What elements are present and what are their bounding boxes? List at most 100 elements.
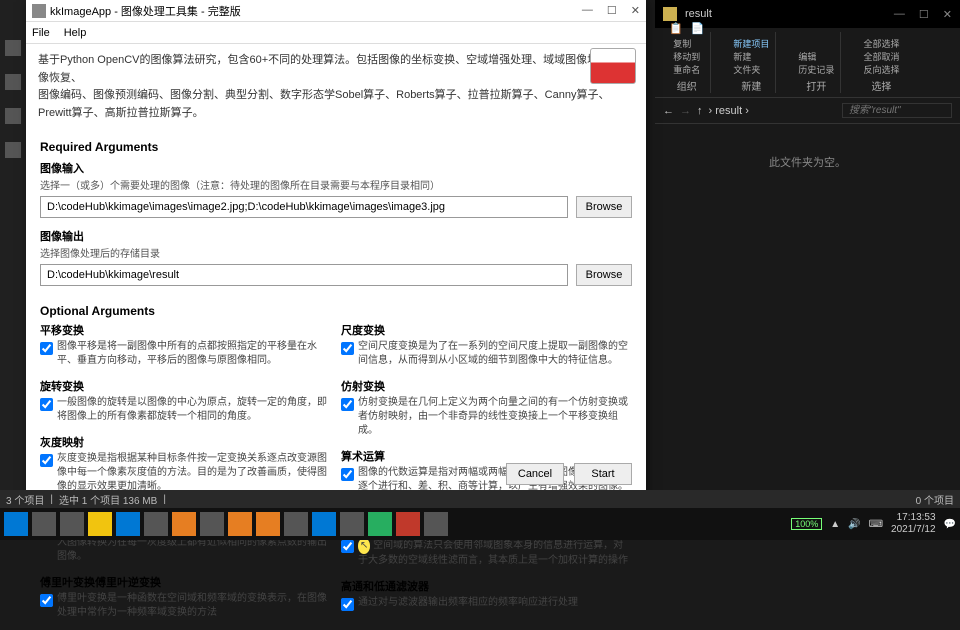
minimize-icon[interactable]: — xyxy=(582,4,593,17)
ribbon-label[interactable]: 重命名 xyxy=(673,63,700,76)
explorer-window: result — ☐ ✕ 📋 📄 复制 移动到 重命名 组织 新建项目 新建 文… xyxy=(655,0,960,508)
option-item: 傅里叶变换傅里叶逆变换傅里叶变换是一种函数在空间域和频率域的变换表示，在图像处理… xyxy=(40,574,331,620)
ribbon-label[interactable]: 全部取消 xyxy=(863,50,899,63)
sidebar-icon[interactable] xyxy=(5,40,21,56)
ribbon-label[interactable]: 反向选择 xyxy=(863,63,899,76)
option-desc: 空间尺度变换是为了在一系列的空间尺度上提取一副图像的空间信息，从而得到从小区域的… xyxy=(358,340,632,368)
output-desc: 选择图像处理后的存储目录 xyxy=(40,245,632,260)
start-button-icon[interactable] xyxy=(4,512,28,536)
app-title: kkImageApp - 图像处理工具集 - 完整版 xyxy=(50,3,241,19)
task-icon[interactable] xyxy=(172,512,196,536)
task-icon[interactable] xyxy=(424,512,448,536)
output-label: 图像输出 xyxy=(40,228,632,244)
task-icon[interactable] xyxy=(256,512,280,536)
option-checkbox[interactable] xyxy=(40,398,53,411)
option-item: 尺度变换空间尺度变换是为了在一系列的空间尺度上提取一副图像的空间信息，从而得到从… xyxy=(341,322,632,368)
sidebar-icon[interactable] xyxy=(5,74,21,90)
intro-line2: 图像编码、图像预测编码、图像分割、典型分割、数字形态学Sobel算子、Rober… xyxy=(38,87,634,122)
nav-up-icon[interactable]: ↑ xyxy=(697,105,703,117)
option-checkbox[interactable] xyxy=(40,594,53,607)
minimize-icon[interactable]: — xyxy=(894,8,905,21)
ribbon-group-label: 选择 xyxy=(871,78,891,93)
clock[interactable]: 17:13:53 2021/7/12 xyxy=(891,512,936,536)
ribbon-group-label: 打开 xyxy=(806,78,826,93)
breadcrumb-path[interactable]: › result › xyxy=(709,105,749,117)
required-args-title: Required Arguments xyxy=(26,130,646,158)
task-icon[interactable] xyxy=(200,512,224,536)
task-icon[interactable] xyxy=(396,512,420,536)
option-desc: 一般图像的旋转是以图像的中心为原点，旋转一定的角度，即将图像上的所有像素都旋转一… xyxy=(57,396,331,424)
task-icon[interactable] xyxy=(312,512,336,536)
ribbon-label[interactable]: 全部选择 xyxy=(863,37,899,50)
ribbon-copy-icon[interactable]: 📋 xyxy=(669,22,683,35)
intro-line1: 基于Python OpenCV的图像算法研究，包含60+不同的处理算法。包括图像… xyxy=(38,52,634,87)
option-item: 高通和低通滤波器通过对与滤波器输出频率相应的频率响应进行处理 xyxy=(341,578,632,611)
notification-icon[interactable]: 💬 xyxy=(944,519,956,530)
output-path-field[interactable] xyxy=(40,264,568,286)
option-title: 平移变换 xyxy=(40,322,331,338)
tray-icon[interactable]: ▲ xyxy=(830,519,840,530)
menu-help[interactable]: Help xyxy=(64,27,87,39)
input-path-field[interactable] xyxy=(40,196,568,218)
nav-back-icon[interactable]: ← xyxy=(663,105,674,117)
option-title: 旋转变换 xyxy=(40,378,331,394)
option-checkbox[interactable] xyxy=(40,454,53,467)
option-title: 算术运算 xyxy=(341,448,632,464)
option-checkbox[interactable] xyxy=(341,398,354,411)
close-icon[interactable]: ✕ xyxy=(631,4,640,17)
menu-file[interactable]: File xyxy=(32,27,50,39)
task-icon[interactable] xyxy=(88,512,112,536)
battery-indicator[interactable]: 100% xyxy=(791,518,822,530)
task-icon[interactable] xyxy=(144,512,168,536)
status-selection: 选中 1 个项目 136 MB xyxy=(59,492,157,507)
task-icon[interactable] xyxy=(116,512,140,536)
maximize-icon[interactable]: ☐ xyxy=(607,4,617,17)
nav-fwd-icon[interactable]: → xyxy=(680,105,691,117)
option-checkbox[interactable] xyxy=(341,342,354,355)
option-desc: 图像平移是将一副图像中所有的点都按照指定的平移量在水平、垂直方向移动，平移后的图… xyxy=(57,340,331,368)
cursor-highlight-icon: ↖ xyxy=(358,538,370,554)
ribbon-label[interactable]: 文件夹 xyxy=(733,63,769,76)
option-checkbox[interactable] xyxy=(341,598,354,611)
ribbon-label[interactable]: 历史记录 xyxy=(798,63,834,76)
sidebar-icon[interactable] xyxy=(5,142,21,158)
browse-output-button[interactable]: Browse xyxy=(576,264,632,286)
option-desc: ↖ 空间域的算法只会使用邻域图象本身的信息进行运算，对于大多数的空域线性滤而言，… xyxy=(358,538,632,568)
taskbar: 100% ▲ 🔊 ⌨ 17:13:53 2021/7/12 💬 xyxy=(0,508,960,540)
ribbon-label[interactable]: 新建 xyxy=(733,50,769,63)
close-icon[interactable]: ✕ xyxy=(943,8,952,21)
option-checkbox[interactable] xyxy=(40,342,53,355)
cancel-button[interactable]: Cancel xyxy=(506,463,564,485)
search-input[interactable] xyxy=(842,103,952,118)
option-item: 旋转变换一般图像的旋转是以图像的中心为原点，旋转一定的角度，即将图像上的所有像素… xyxy=(40,378,331,424)
status-right: 0 个项目 xyxy=(916,492,954,507)
empty-message: 此文件夹为空。 xyxy=(769,157,846,169)
ribbon-group-label: 新建 xyxy=(741,78,761,93)
ribbon-label[interactable]: 编辑 xyxy=(798,50,834,63)
option-checkbox[interactable] xyxy=(341,468,354,481)
ribbon-paste-icon[interactable]: 📄 xyxy=(691,22,705,35)
option-item: 仿射变换仿射变换是在几何上定义为两个向量之间的有一个仿射变换或者仿射映射，由一个… xyxy=(341,378,632,438)
task-icon[interactable] xyxy=(60,512,84,536)
sidebar-icon[interactable] xyxy=(5,108,21,124)
folder-icon xyxy=(663,7,677,21)
tray-icon[interactable]: 🔊 xyxy=(848,519,860,530)
option-checkbox[interactable] xyxy=(341,540,354,553)
ribbon: 📋 📄 复制 移动到 重命名 组织 新建项目 新建 文件夹 新建 编辑 历史记录 xyxy=(655,28,960,98)
status-bar: 3 个项目 | 选中 1 个项目 136 MB | 0 个项目 xyxy=(0,490,960,508)
maximize-icon[interactable]: ☐ xyxy=(919,8,929,21)
task-icon[interactable] xyxy=(340,512,364,536)
task-icon[interactable] xyxy=(284,512,308,536)
option-desc: 傅里叶变换是一种函数在空间域和频率域的变换表示，在图像处理中常作为一种频率域变换… xyxy=(57,592,331,620)
browse-input-button[interactable]: Browse xyxy=(576,196,632,218)
ribbon-label[interactable]: 移动到 xyxy=(673,50,700,63)
input-desc: 选择一（或多）个需要处理的图像（注意：待处理的图像所在目录需要与本程序目录相同） xyxy=(40,177,632,192)
task-icon[interactable] xyxy=(228,512,252,536)
task-icon[interactable] xyxy=(32,512,56,536)
explorer-title-text: result xyxy=(685,8,712,20)
ribbon-label[interactable]: 新建项目 xyxy=(733,37,769,50)
task-icon[interactable] xyxy=(368,512,392,536)
ribbon-label[interactable]: 复制 xyxy=(673,37,700,50)
start-button[interactable]: Start xyxy=(574,463,632,485)
tray-icon[interactable]: ⌨ xyxy=(869,519,883,530)
